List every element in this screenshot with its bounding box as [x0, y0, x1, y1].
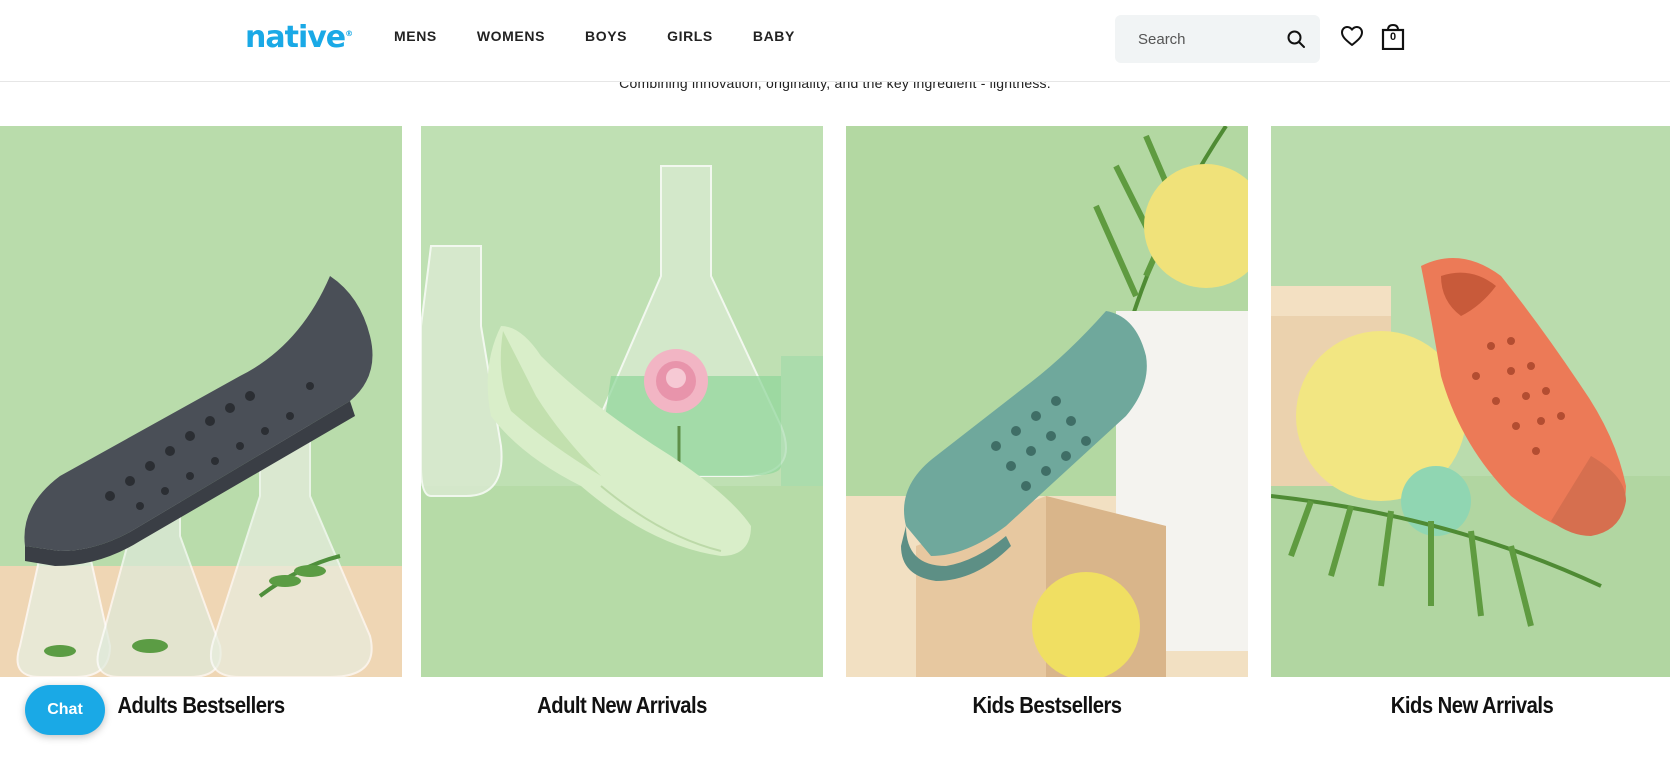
logo-mark: ®	[345, 29, 353, 38]
search-box	[1115, 15, 1320, 63]
main-nav: MENS WOMENS BOYS GIRLS BABY	[394, 27, 835, 45]
kids-bestsellers-image	[846, 126, 1248, 677]
search-input[interactable]	[1136, 29, 1280, 49]
search-icon[interactable]	[1286, 29, 1306, 49]
category-card-kids-bestsellers[interactable]	[846, 126, 1248, 677]
category-card-kids-new-arrivals[interactable]	[1271, 126, 1670, 677]
category-label-kids-bestsellers[interactable]: Kids Bestsellers	[870, 692, 1224, 719]
category-card-adult-new-arrivals[interactable]	[421, 126, 823, 677]
nav-item-girls[interactable]: GIRLS	[667, 27, 713, 45]
kids-new-arrivals-image	[1271, 126, 1670, 677]
nav-item-baby[interactable]: BABY	[753, 27, 795, 45]
nav-item-boys[interactable]: BOYS	[585, 27, 627, 45]
category-label-adult-new-arrivals[interactable]: Adult New Arrivals	[445, 692, 799, 719]
chat-button[interactable]: Chat	[25, 685, 105, 735]
adults-bestsellers-image	[0, 126, 402, 677]
category-card-adults-bestsellers[interactable]	[0, 126, 402, 677]
nav-item-womens[interactable]: WOMENS	[477, 27, 545, 45]
brand-logo[interactable]: native®	[245, 14, 353, 58]
heart-icon[interactable]	[1340, 24, 1364, 48]
cart-button[interactable]: 0	[1381, 24, 1405, 50]
category-label-kids-new-arrivals[interactable]: Kids New Arrivals	[1295, 692, 1649, 719]
nav-item-mens[interactable]: MENS	[394, 27, 437, 45]
cart-count: 0	[1389, 31, 1397, 43]
site-header: native® MENS WOMENS BOYS GIRLS BABY 0	[0, 0, 1670, 82]
logo-text: native	[245, 20, 346, 55]
adult-new-arrivals-image	[421, 126, 823, 677]
